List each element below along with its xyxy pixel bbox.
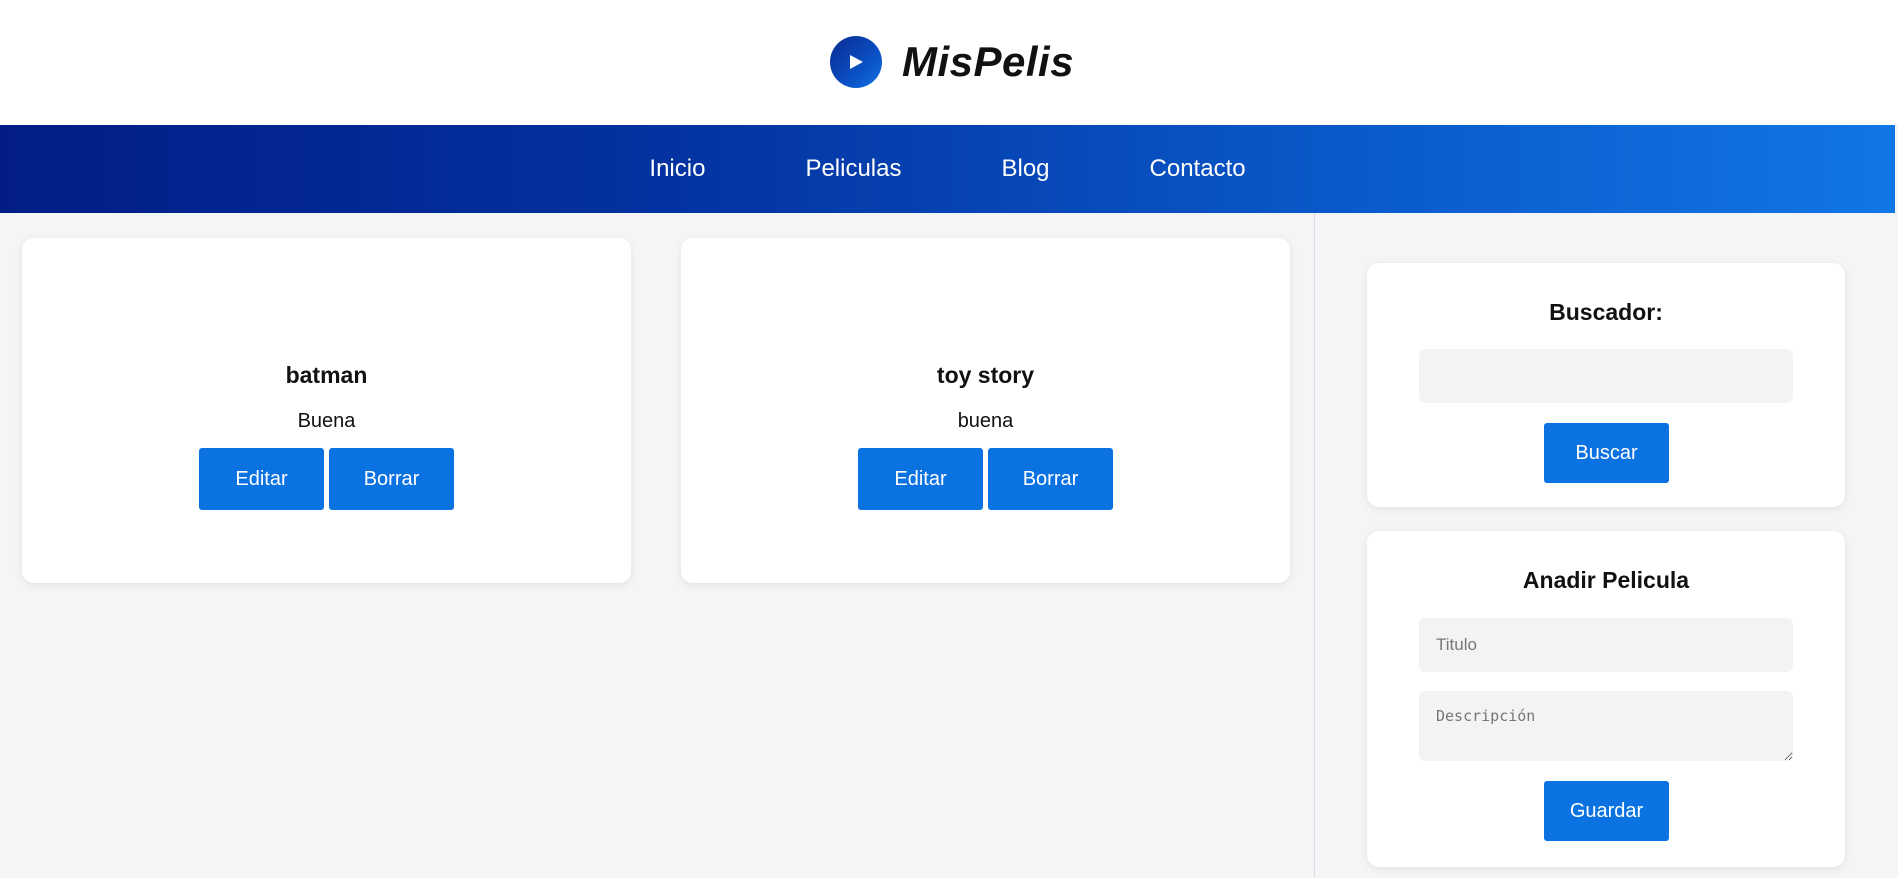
delete-button[interactable]: Borrar	[988, 448, 1113, 510]
movie-card: batman Buena Editar Borrar	[22, 238, 631, 583]
movie-actions: Editar Borrar	[22, 448, 631, 510]
movie-actions: Editar Borrar	[681, 448, 1290, 510]
movie-description: buena	[957, 410, 1014, 432]
nav-item-blog[interactable]: Blog	[1001, 155, 1049, 183]
movie-list: batman Buena Editar Borrar toy story bue…	[0, 213, 1314, 878]
movie-card: toy story buena Editar Borrar	[681, 238, 1290, 583]
play-icon	[830, 36, 882, 88]
add-movie-title: Anadir Pelicula	[1522, 567, 1690, 593]
search-button[interactable]: Buscar	[1544, 423, 1669, 483]
brand[interactable]: MisPelis	[830, 36, 1074, 88]
nav-item-peliculas[interactable]: Peliculas	[805, 155, 901, 183]
search-panel: Buscador: Buscar	[1367, 263, 1845, 507]
movie-title: batman	[285, 362, 368, 388]
nav-item-inicio[interactable]: Inicio	[649, 155, 705, 183]
description-textarea[interactable]	[1419, 691, 1793, 761]
movie-description: Buena	[297, 410, 356, 432]
delete-button[interactable]: Borrar	[329, 448, 454, 510]
main-nav: Inicio Peliculas Blog Contacto	[0, 125, 1895, 213]
site-header: MisPelis	[0, 0, 1898, 125]
sidebar: Buscador: Buscar Anadir Pelicula Guardar	[1314, 213, 1895, 878]
brand-title: MisPelis	[902, 38, 1075, 85]
search-input[interactable]	[1419, 349, 1793, 403]
search-title: Buscador:	[1549, 299, 1663, 325]
app: MisPelis Inicio Peliculas Blog Contacto …	[0, 0, 1898, 878]
movie-title: toy story	[936, 362, 1035, 388]
edit-button[interactable]: Editar	[858, 448, 983, 510]
save-button[interactable]: Guardar	[1544, 781, 1669, 841]
add-movie-panel: Anadir Pelicula Guardar	[1367, 531, 1845, 867]
nav-item-contacto[interactable]: Contacto	[1150, 155, 1246, 183]
edit-button[interactable]: Editar	[199, 448, 324, 510]
title-input[interactable]	[1419, 618, 1793, 672]
